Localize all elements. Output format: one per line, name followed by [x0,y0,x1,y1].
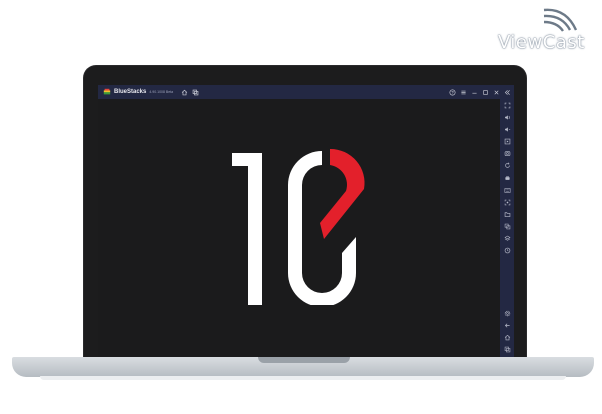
location-icon[interactable] [502,198,512,207]
fullscreen-icon[interactable] [502,101,512,110]
volume-up-icon[interactable] [502,113,512,122]
menu-icon[interactable] [458,87,468,97]
watermark-text: ViewCast [498,32,585,53]
screen-record-icon[interactable] [502,137,512,146]
multi-instance-icon[interactable] [190,87,200,97]
laptop-notch [258,357,350,363]
keymap-icon[interactable] [502,186,512,195]
home-icon[interactable] [179,87,189,97]
android-home-icon[interactable] [502,333,512,342]
screenshot-icon[interactable] [502,149,512,158]
10-logo [232,148,365,305]
title-bar: BlueStacks 4.90.1008 Beta [98,85,514,99]
back-icon[interactable] [502,321,512,330]
viewcast-watermark: ViewCast [498,4,594,53]
laptop-base-edge [40,376,566,380]
app-version: 4.90.1008 Beta [149,90,174,94]
app-content[interactable] [98,99,500,357]
recent-apps-icon[interactable] [502,345,512,354]
close-icon[interactable] [491,87,501,97]
rotate-icon[interactable] [502,161,512,170]
help-icon[interactable] [447,87,457,97]
settings-icon[interactable] [502,309,512,318]
folder-icon[interactable] [502,210,512,219]
copy-icon[interactable] [502,222,512,231]
emulator-sidebar [500,99,514,357]
layers-icon[interactable] [502,234,512,243]
shake-icon[interactable] [502,173,512,182]
bluestacks-logo-icon [103,88,111,95]
volume-down-icon[interactable] [502,125,512,134]
signal-arcs-icon [543,8,578,32]
minimize-icon[interactable] [469,87,479,97]
maximize-icon[interactable] [480,87,490,97]
emulator-window: BlueStacks 4.90.1008 Beta [98,85,514,357]
collapse-sidebar-icon[interactable] [502,87,512,97]
macro-icon[interactable] [502,246,512,255]
app-name: BlueStacks [114,89,147,95]
